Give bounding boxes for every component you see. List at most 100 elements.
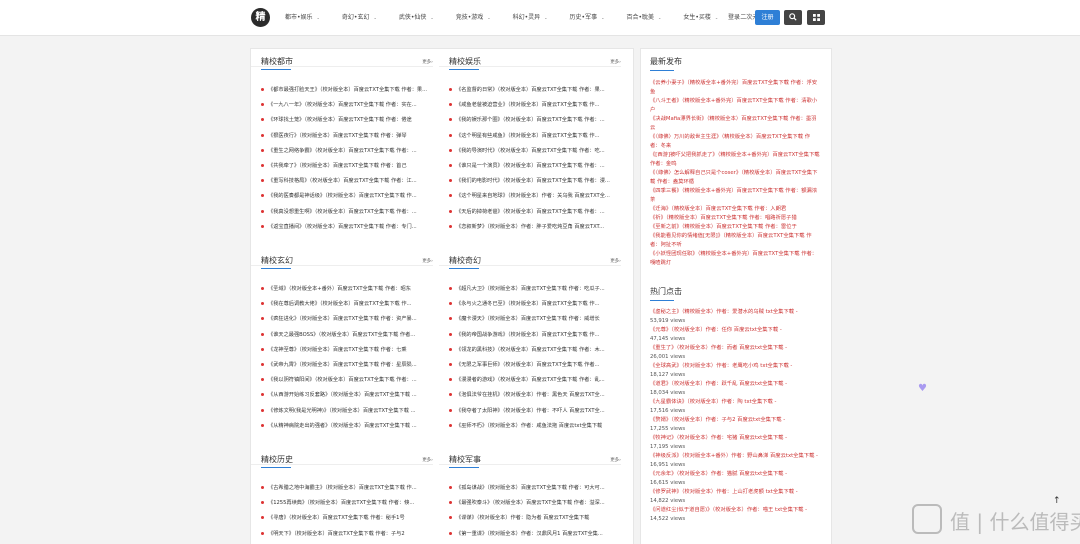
nav-item-qihuan[interactable]: 奇幻•玄幻 ⌄ — [342, 13, 377, 23]
list-item[interactable]: 《明天下》（校对版全本）百度云TXT全集下载 作者：子与2 — [261, 527, 433, 542]
latest-item[interactable]: 《祈》（精校版全本）百度云TXT全集下载 作者：唱路祈愿子猎 — [650, 214, 820, 223]
block-title[interactable]: 精校奇幻 — [449, 256, 481, 266]
latest-item[interactable]: 《[西游]被吓父把我抓走了》（精校版全本+番外完）百度云TXT全集下载 作者：金… — [650, 151, 820, 169]
list-item[interactable]: 《巫师不朽》（校对版全本）作者：咸鱼法拖 百度云txt全集下载 — [449, 419, 621, 434]
login-link[interactable]: 登录 — [728, 13, 740, 23]
hot-item[interactable]: 《虚秘之主》（精校版全本）作者：爱潜水的乌贼 txt全集下载 - 53,919 … — [650, 308, 820, 326]
more-link[interactable]: 更多› — [610, 258, 621, 264]
nav-item-jingji[interactable]: 竞技•游戏 ⌄ — [456, 13, 491, 23]
list-item[interactable]: 《一九八一年》（校对版全本）百度云TXT全集下载 作者：实在... — [261, 98, 433, 113]
list-item[interactable]: 《我夺者了太阳神》（校对版全本）作者：不吓人 百度云TXT全... — [449, 404, 621, 419]
list-item[interactable]: 《寻唐》（校对版全本）百度云TXT全集下载 作者：秘手1号 — [261, 511, 433, 526]
hot-item[interactable]: 《牧神记》（校对版全本）作者：宅猪 百度云txt全集下载 - 17,195 vi… — [650, 434, 820, 452]
hot-item[interactable]: 《神级反派》（校对版全本+番外）作者：野山鼻涕 百度云txt全集下载 - 16,… — [650, 452, 820, 470]
list-item[interactable]: 《谍谋》（校对版全本）作者：隐为者 百度云TXT全集下载 — [449, 511, 621, 526]
block-title[interactable]: 精校都市 — [261, 57, 293, 67]
list-item[interactable]: 《谁天之最强BOSS》（校对版全本）百度云TXT全集下载 作者... — [261, 328, 433, 343]
list-item[interactable]: 《重生之网络争霸》（校对版全本）百度云TXT全集下载 作者：... — [261, 144, 433, 159]
hot-item[interactable]: 《九星霸体诀》（校对版全本）作者：陶 txt全集下载 - 17,516 view… — [650, 398, 820, 416]
list-item[interactable]: 《疯狂进化》（校对版全本）百度云TXT全集下载 作者：资产暴... — [261, 312, 433, 327]
list-item[interactable]: 《魔卡漫天》（校对版全本）百度云TXT全集下载 作者：威增长 — [449, 312, 621, 327]
bullet-icon — [261, 224, 264, 228]
list-item[interactable]: 《返宝直播间》（校对版全本）百度云TXT全集下载 作者：专门... — [261, 220, 433, 235]
hot-item[interactable]: 《修罗武神》（校对版全本）作者：上山打老虎额 txt全集下载 - 14,822 … — [650, 488, 820, 506]
more-link[interactable]: 更多› — [422, 258, 433, 264]
list-item[interactable]: 《我的帝国战争游戏》（校对版全本）百度云TXT全集下载 作... — [449, 328, 621, 343]
menu-button[interactable] — [807, 10, 825, 25]
nav-item-wuxia[interactable]: 武侠•仙侠 ⌄ — [399, 13, 434, 23]
list-item[interactable]: 《这个明星有些咸鱼》（校对版全本）百度云TXT全集下载 作... — [449, 129, 621, 144]
hot-item[interactable]: 《道君》（校对版全本）作者：跃千乱 百度云txt全集下载 - 18,034 vi… — [650, 380, 820, 398]
list-item[interactable]: 《超凡大卫》（校对版全本）百度云TXT全集下载 作者：吃瓜子... — [449, 282, 621, 297]
list-item[interactable]: 《我的导演时代》（校对版全本）百度云TXT全集下载 作者：吃... — [449, 144, 621, 159]
list-item[interactable]: 《泡俱法爷在挂机》（校对版全本）作者：黑色天 百度云TXT全... — [449, 388, 621, 403]
list-item[interactable]: 《我在尊后调教大佬》（校对版全本）百度云TXT全集下载 作... — [261, 297, 433, 312]
list-item[interactable]: 《第一重谍》（校对版全本）作者：汉鼎风月1 百度云TXT全集... — [449, 527, 621, 542]
list-item[interactable]: 《共我牵了》（校对版全本）百度云TXT全集下载 作者：首己 — [261, 159, 433, 174]
list-item[interactable]: 《从西游开始练习反套路》（校对版全本）百度云TXT全集下载 ... — [261, 388, 433, 403]
chevron-down-icon: ⌄ — [373, 15, 377, 20]
list-item[interactable]: 《永与火之通冬已至》（校对版全本）百度云TXT全集下载 作... — [449, 297, 621, 312]
hot-item[interactable]: 《问道红尘(似于道自愿)》（校对版全本）作者：喵王 txt全集下载 - 14,5… — [650, 506, 820, 524]
list-item[interactable]: 《修炼文明(我是光明神)》（校对版全本）百度云TXT全集下载 ... — [261, 404, 433, 419]
list-item[interactable]: 《名监督的日常》（校对版全本）百度云TXT全集下载 作者：果... — [449, 83, 621, 98]
latest-item[interactable]: 《八斗王者》（精校版全本+番外完）百度云TXT全集下载 作者：清歌小户 — [650, 97, 820, 115]
latest-item[interactable]: 《小妖怪团现任职》（精校版全本+番外完）百度云TXT全集下载 作者：嘎喳跳灯 — [650, 250, 820, 268]
hot-item[interactable]: 《赘婿》（校对版全本）作者：子与2 百度云txt全集下载 - 17,255 vi… — [650, 416, 820, 434]
heart-icon[interactable]: ♥ — [918, 383, 927, 394]
list-item[interactable]: 《古希腊之地中海霸主》（校对版全本）百度云TXT全集下载 作... — [261, 481, 433, 496]
nav-item-kehuan[interactable]: 科幻•灵异 ⌄ — [513, 13, 548, 23]
latest-item[interactable]: 《我能看见你的情绪值[无限]》（精校版全本）百度云TXT全集下载 作者：阿扯不听 — [650, 232, 820, 250]
block-title[interactable]: 精校军事 — [449, 455, 481, 465]
list-item[interactable]: 《我的娱乐那个圈》（校对版全本）百度云TXT全集下载 作者：... — [449, 113, 621, 128]
hot-item[interactable]: 《全球高武》（校对版全本）作者：老鹰吃小鸡 txt全集下载 - 18,127 v… — [650, 362, 820, 380]
latest-item[interactable]: 《云养小妻子》（精校版全本+番外完）百度云TXT全集下载 作者：浮安鱼 — [650, 79, 820, 97]
list-item[interactable]: 《漫漫者的游戏》（校对版全本）百度云TXT全集下载 作者：乱... — [449, 373, 621, 388]
nav-item-baihe[interactable]: 百合•耽美 ⌄ — [626, 13, 661, 23]
list-item[interactable]: 《咸鱼老爸被迫营业》（校对版全本）百度云TXT全集下载 作... — [449, 98, 621, 113]
hot-item[interactable]: 《重生了》（校对版全本）作者：而者 百度云txt全集下载 - 26,001 vi… — [650, 344, 820, 362]
block-title[interactable]: 精校娱乐 — [449, 57, 481, 67]
list-item[interactable]: 《我们的电影时代》（校对版全本）百度云TXT全集下载 作者：漫... — [449, 174, 621, 189]
block-title[interactable]: 精校玄幻 — [261, 256, 293, 266]
list-item[interactable]: 《环球找土笼》（校对版全本）百度云TXT全集下载 作者：倦途 — [261, 113, 433, 128]
hot-item[interactable]: 《元尊》（校对版全本）作者：任你 百度云txt全集下载 - 47,145 vie… — [650, 326, 820, 344]
list-item[interactable]: 《我的医奏都是神话级》（校对版全本）百度云TXT全集下载 作... — [261, 189, 433, 204]
latest-item[interactable]: 《四季三餐》（精校版全本+番外完）百度云TXT全集下载 作者：额漏浓茶 — [650, 187, 820, 205]
list-item[interactable]: 《谁只是一个演员》（校对版全本）百度云TXT全集下载 作者：... — [449, 159, 621, 174]
list-item[interactable]: 《这个明星来自地球》（校对版全本）作者：关乌我 百度云TXT全... — [449, 189, 621, 204]
list-item[interactable]: 《狠医夜行》（校对版全本）百度云TXT全集下载 作者：弹琴 — [261, 129, 433, 144]
site-logo[interactable]: 精 — [251, 8, 270, 27]
latest-item[interactable]: 《迁海》（精校版全本）百度云TXT全集下载 作者：入朗君 — [650, 205, 820, 214]
nav-item-dushi[interactable]: 都市•娱乐 ⌄ — [285, 13, 320, 23]
more-link[interactable]: 更多› — [610, 59, 621, 65]
more-link[interactable]: 更多› — [422, 59, 433, 65]
more-link[interactable]: 更多› — [422, 457, 433, 463]
nav-item-nvsheng[interactable]: 女生•买楼 ⌄ — [683, 13, 718, 23]
list-item[interactable]: 《我以阴符镇阳间》（校对版全本）百度云TXT全集下载 作者：... — [261, 373, 433, 388]
list-item[interactable]: 《龙神至尊》（校对版全本）百度云TXT全集下载 作者：七乘 — [261, 343, 433, 358]
latest-item[interactable]: 《〈綠佛〉怎么解释自己只是个coser》（精校版全本）百度云TXT全集下载 作者… — [650, 169, 820, 187]
list-item[interactable]: 《最强吹泰斗》（校对版全本）百度云TXT全集下载 作者：溢深... — [449, 496, 621, 511]
hot-item[interactable]: 《元余年》（校对版全本）作者：猫腻 百度云txt全集下载 - 16,615 vi… — [650, 470, 820, 488]
list-item[interactable]: 《无限之军事巨师》（校对版全本）百度云TXT全集下载 作者... — [449, 358, 621, 373]
list-item[interactable]: 《武帝九霄》（校对版全本）百度云TXT全集下载 作者：星辰陨... — [261, 358, 433, 373]
latest-item[interactable]: 《〈綠佛〉万川的敌世主生涯》（精校版全本）百度云TXT全集下载 作者：冬来 — [650, 133, 820, 151]
list-item[interactable]: 《孤岛谋战》（校对版全本）百度云TXT全集下载 作者：可大可... — [449, 481, 621, 496]
list-item[interactable]: 《我真没想重生啊》（校对版全本）百度云TXT全集下载 作者：... — [261, 205, 433, 220]
nav-item-lishi[interactable]: 历史•军事 ⌄ — [570, 13, 605, 23]
search-button[interactable] — [784, 10, 802, 25]
list-item[interactable]: 《圣域》（校对版全本+番外）百度云TXT全集下载 作者：昭东 — [261, 282, 433, 297]
list-item[interactable]: 《1255再续典》（校对版全本）百度云TXT全集下载 作者：倏... — [261, 496, 433, 511]
list-item[interactable]: 《天后的掉荷老爸》（校对版全本）百度云TXT全集下载 作者：... — [449, 205, 621, 220]
latest-item[interactable]: 《决战Mafia漂界长街》（精校版全本）百度云TXT全集下载 作者：墨羽云 — [650, 115, 820, 133]
list-item[interactable]: 《重写科技格局》（校对版全本）百度云TXT全集下载 作者：江... — [261, 174, 433, 189]
list-item[interactable]: 《领龙的黑科技》（校对版全本）百度云TXT全集下载 作者：木... — [449, 343, 621, 358]
list-item[interactable]: 《从精神病院走出的强者》（校对版全本）百度云TXT全集下载 ... — [261, 419, 433, 434]
block-title[interactable]: 精校历史 — [261, 455, 293, 465]
latest-item[interactable]: 《至新之前》（精校版全本）百度云TXT全集下载 作者：雷位于 — [650, 223, 820, 232]
more-link[interactable]: 更多› — [610, 457, 621, 463]
register-button[interactable]: 注册 — [755, 10, 780, 25]
list-item[interactable]: 《恋叙新梦》（校对版全本）作者：胖子爱吃炖豆角 百度云TXT... — [449, 220, 621, 235]
list-item[interactable]: 《都市最强打脸天王》（校对版全本）百度云TXT全集下载 作者：果... — [261, 83, 433, 98]
